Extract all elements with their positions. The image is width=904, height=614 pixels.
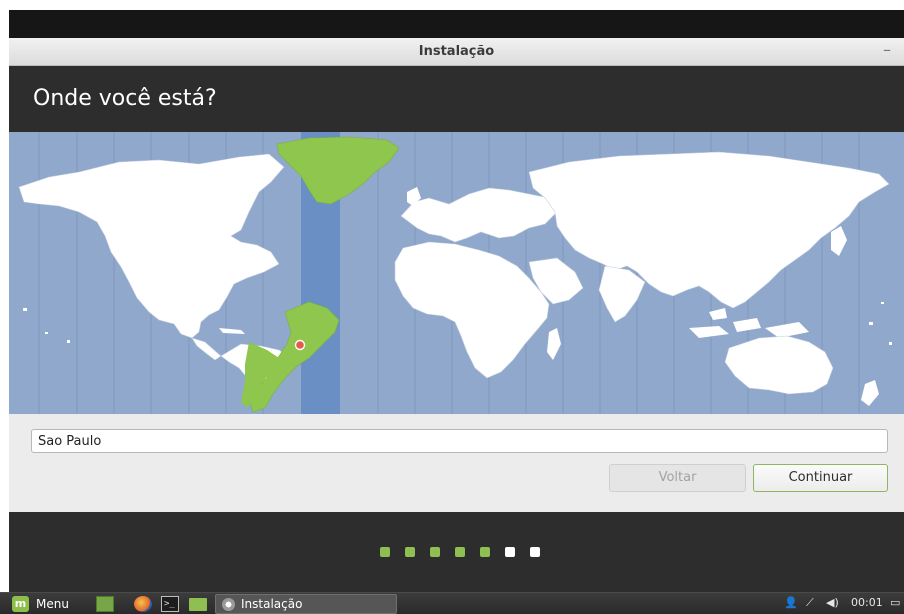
firefox-icon[interactable] [134, 596, 152, 612]
timezone-map[interactable] [9, 132, 904, 414]
taskbar-window-button[interactable]: Instalação [215, 594, 397, 614]
location-input[interactable] [31, 429, 888, 453]
progress-dots [380, 547, 540, 557]
screen: Instalação – Onde você está? Sao Paulo V… [0, 0, 904, 614]
page-title: Onde você está? [33, 86, 217, 111]
taskbar-window-label: Instalação [241, 597, 303, 611]
mint-logo-icon[interactable]: m [12, 596, 29, 612]
progress-step [405, 547, 415, 557]
progress-step [530, 547, 540, 557]
progress-area [9, 512, 904, 592]
page-header: Onde você está? [9, 66, 904, 132]
progress-step [380, 547, 390, 557]
taskbar: m Menu >_ Instalação 👤 ⟋ ◀) 00:01 ▭ [0, 592, 904, 614]
location-pin-icon[interactable] [294, 339, 306, 351]
minimize-button[interactable]: – [878, 40, 896, 60]
progress-step [455, 547, 465, 557]
installer-window: Instalação – Onde você está? Sao Paulo V… [9, 38, 904, 592]
installer-icon [222, 598, 235, 611]
show-desktop-icon[interactable]: ▭ [890, 596, 900, 609]
user-icon[interactable]: 👤 [784, 596, 798, 609]
menu-button[interactable]: Menu [36, 597, 69, 613]
desktop-backdrop [9, 10, 904, 38]
progress-step [505, 547, 515, 557]
progress-step [480, 547, 490, 557]
progress-step [430, 547, 440, 557]
terminal-icon[interactable]: >_ [161, 596, 179, 612]
window-title: Instalação [418, 44, 495, 59]
clock[interactable]: 00:01 [851, 596, 883, 609]
volume-icon[interactable]: ◀) [826, 596, 839, 609]
back-button[interactable]: Voltar [609, 464, 746, 492]
continue-button[interactable]: Continuar [753, 464, 888, 492]
files-icon[interactable] [96, 596, 114, 612]
location-form: Voltar Continuar [9, 414, 904, 512]
world-map[interactable] [9, 132, 904, 414]
folder-icon[interactable] [189, 598, 207, 611]
network-icon[interactable]: ⟋ [806, 596, 814, 610]
title-bar[interactable]: Instalação – [9, 38, 904, 66]
